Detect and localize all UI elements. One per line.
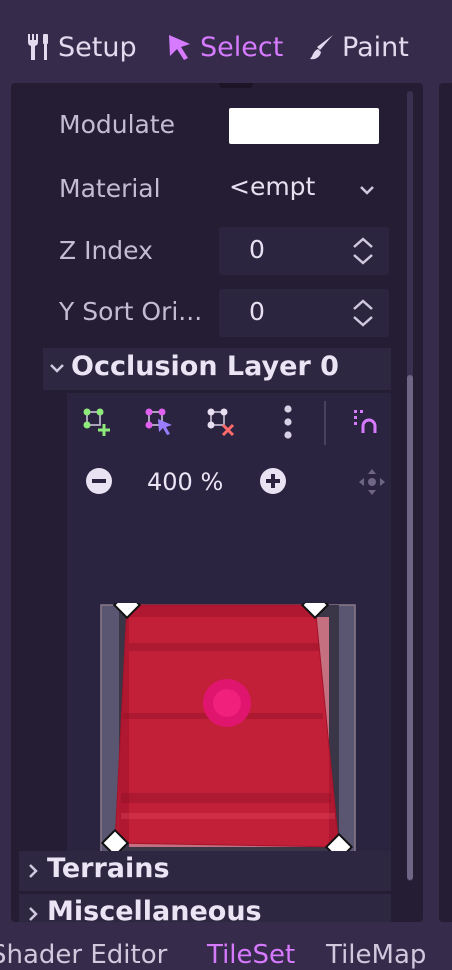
create-polygon-icon[interactable] bbox=[83, 407, 113, 437]
terrains-label: Terrains bbox=[47, 853, 170, 884]
toolbar-separator bbox=[324, 401, 326, 445]
select-mode-label: Select bbox=[200, 31, 284, 63]
material-value: <empt bbox=[229, 172, 316, 201]
miscellaneous-group-header[interactable]: Miscellaneous bbox=[19, 894, 391, 922]
setup-mode-label: Setup bbox=[58, 31, 137, 63]
modulate-label: Modulate bbox=[59, 110, 176, 139]
y-sort-origin-label: Y Sort Ori... bbox=[59, 297, 203, 326]
wrench-screwdriver-icon bbox=[27, 34, 48, 60]
miscellaneous-label: Miscellaneous bbox=[47, 896, 262, 922]
y-sort-origin-spinbox[interactable]: 0 bbox=[219, 289, 389, 337]
more-options-icon[interactable] bbox=[283, 405, 293, 439]
cursor-arrow-icon bbox=[169, 35, 190, 60]
z-index-value: 0 bbox=[249, 235, 265, 264]
z-index-label: Z Index bbox=[59, 236, 153, 265]
y-sort-origin-value: 0 bbox=[249, 297, 265, 326]
z-index-spinbox[interactable]: 0 bbox=[219, 227, 389, 275]
tab-tileset[interactable]: TileSet bbox=[207, 940, 295, 970]
delete-points-icon[interactable] bbox=[207, 407, 237, 437]
chevron-right-icon bbox=[29, 864, 38, 878]
terrains-group-header[interactable]: Terrains bbox=[19, 851, 391, 891]
chevron-right-icon bbox=[29, 907, 38, 921]
zoom-level[interactable]: 400 % bbox=[147, 468, 223, 496]
center-view-icon[interactable] bbox=[357, 467, 387, 497]
adjacent-panel-edge bbox=[439, 83, 452, 922]
collapsed-divider bbox=[219, 83, 253, 88]
setup-mode-button[interactable]: Setup bbox=[24, 28, 137, 66]
select-mode-button[interactable]: Select bbox=[166, 28, 283, 66]
inspector-scrollbar-thumb[interactable] bbox=[407, 375, 413, 880]
tab-shader-editor[interactable]: Shader Editor bbox=[0, 940, 167, 970]
tile-inspector-panel: Modulate Material <empt Z Index 0 Y Sort… bbox=[11, 83, 423, 922]
modulate-color-picker[interactable] bbox=[229, 108, 379, 144]
paintbrush-icon bbox=[310, 35, 333, 60]
material-dropdown[interactable]: <empt bbox=[219, 167, 389, 213]
occlusion-polygon-editor[interactable]: 400 % bbox=[67, 455, 391, 863]
bottom-panel-tabs: Shader Editor TileSet TileMap bbox=[0, 930, 452, 970]
occlusion-layer-title: Occlusion Layer 0 bbox=[71, 351, 339, 382]
chevron-down-icon bbox=[360, 186, 374, 195]
up-down-arrows-icon[interactable] bbox=[351, 236, 375, 266]
paint-mode-label: Paint bbox=[342, 31, 409, 63]
tab-tilemap[interactable]: TileMap bbox=[326, 940, 426, 970]
chevron-down-icon bbox=[50, 364, 64, 373]
tile-preview bbox=[100, 603, 356, 861]
paint-mode-button[interactable]: Paint bbox=[308, 28, 409, 66]
mode-bar: Setup Select Paint bbox=[0, 0, 452, 84]
snap-icon[interactable] bbox=[351, 407, 381, 437]
material-label: Material bbox=[59, 174, 161, 203]
polygon-editor-toolbar bbox=[67, 393, 391, 455]
edit-points-icon[interactable] bbox=[145, 407, 175, 437]
zoom-in-icon[interactable] bbox=[259, 467, 287, 495]
up-down-arrows-icon[interactable] bbox=[351, 298, 375, 328]
occlusion-layer-section-header[interactable]: Occlusion Layer 0 bbox=[43, 348, 391, 390]
zoom-out-icon[interactable] bbox=[85, 467, 113, 495]
